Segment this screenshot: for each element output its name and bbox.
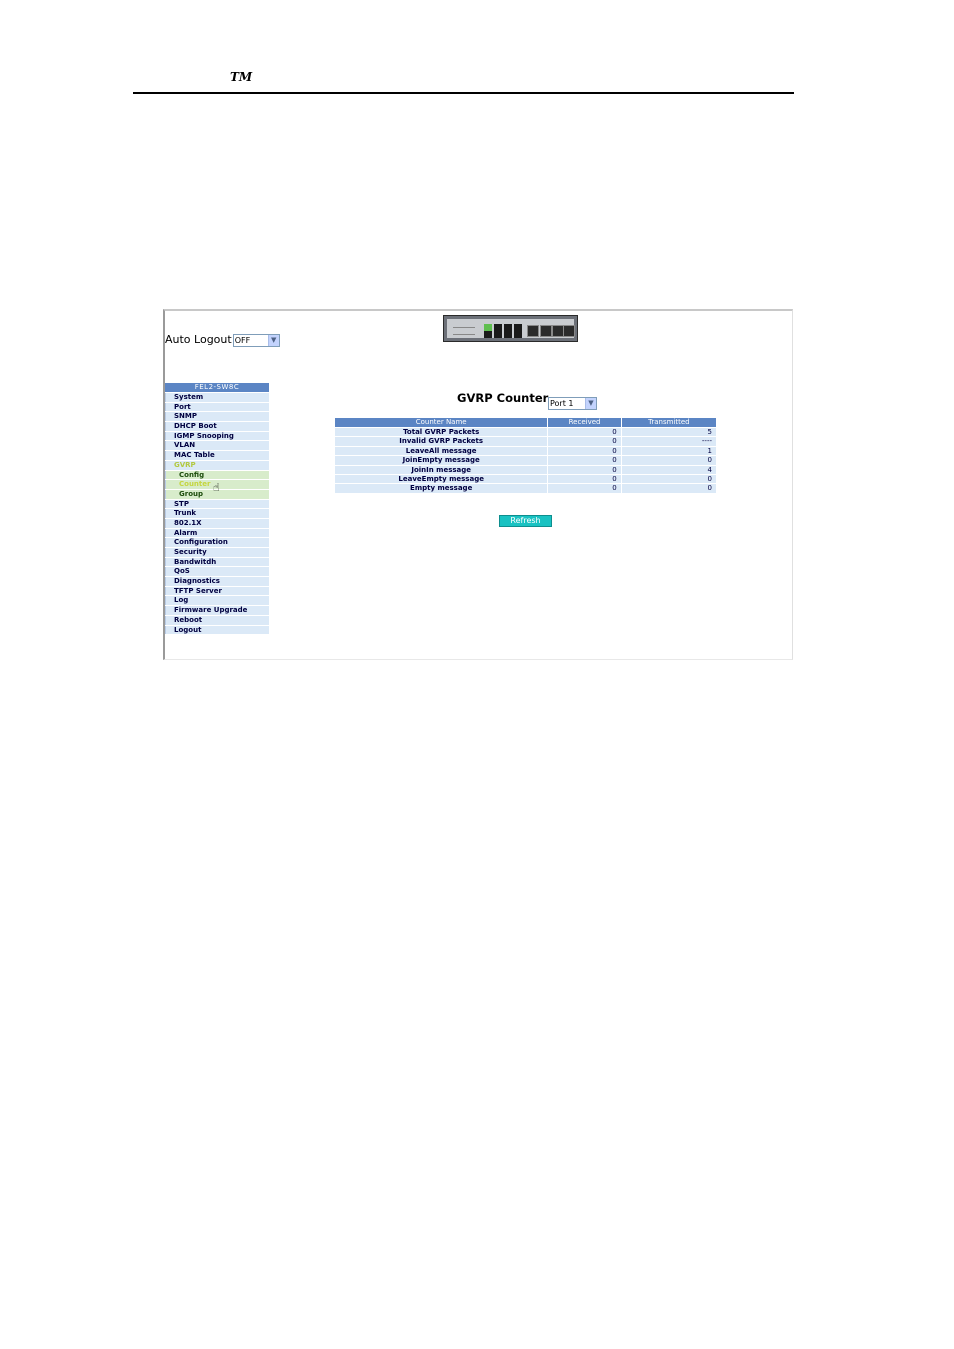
column-header: Received [548, 418, 621, 427]
sidebar-item-snmp[interactable]: SNMP [165, 412, 269, 422]
transmitted-cell: 4 [621, 465, 716, 475]
counter-name-cell: Invalid GVRP Packets [335, 437, 548, 446]
sidebar-item-reboot[interactable]: Reboot [165, 615, 269, 625]
auto-logout: Auto Logout OFF ▼ [165, 333, 280, 347]
transmitted-cell: ---- [621, 437, 716, 446]
sidebar-item-gvrp[interactable]: GVRP [165, 460, 269, 470]
column-header: Transmitted [621, 418, 716, 427]
sidebar-item-stp[interactable]: STP [165, 499, 269, 509]
table-row: LeaveAll message 0 1 [335, 446, 716, 456]
received-cell: 0 [548, 465, 621, 475]
sidebar-item-trunk[interactable]: Trunk [165, 509, 269, 518]
hand-pointer-icon: ☝ [213, 481, 220, 494]
sidebar-item-802-1x[interactable]: 802.1X [165, 518, 269, 528]
sidebar-item-firmware-upgrade[interactable]: Firmware Upgrade [165, 606, 269, 615]
header-rule [133, 92, 794, 94]
switch-front-panel-image [443, 315, 578, 342]
transmitted-cell: 0 [621, 484, 716, 493]
received-cell: 0 [548, 484, 621, 493]
auto-logout-select[interactable]: OFF ▼ [232, 333, 280, 347]
gvrp-counter-table: Counter Name Received Transmitted Total GV… [334, 417, 717, 494]
sidebar-item-diagnostics[interactable]: Diagnostics [165, 577, 269, 586]
refresh-button[interactable]: Refresh [499, 515, 552, 527]
table-row: Invalid GVRP Packets 0 ---- [335, 437, 716, 446]
counter-name-cell: Total GVRP Packets [335, 428, 548, 437]
sidebar-item-dhcp-boot[interactable]: DHCP Boot [165, 422, 269, 431]
received-cell: 0 [548, 437, 621, 446]
trademark-header: TM [230, 70, 253, 84]
counter-name-cell: JoinEmpty message [335, 456, 548, 465]
table-row: LeaveEmpty message 0 0 [335, 475, 716, 484]
received-cell: 0 [548, 428, 621, 437]
counter-name-cell: Empty message [335, 484, 548, 493]
sidebar-item-igmp-snooping[interactable]: IGMP Snooping [165, 431, 269, 441]
transmitted-cell: 0 [621, 456, 716, 465]
sidebar-item-mac-table[interactable]: MAC Table [165, 451, 269, 460]
counter-name-cell: LeaveAll message [335, 446, 548, 456]
sidebar-item-config[interactable]: Config [165, 470, 269, 480]
sidebar-item-alarm[interactable]: Alarm [165, 528, 269, 538]
transmitted-cell: 0 [621, 475, 716, 484]
transmitted-cell: 1 [621, 446, 716, 456]
chevron-down-icon: ▼ [267, 334, 279, 346]
table-row: Total GVRP Packets 0 5 [335, 428, 716, 437]
table-header-row: Counter Name Received Transmitted [335, 418, 716, 427]
sidebar-item-bandwitdh[interactable]: Bandwitdh [165, 557, 269, 567]
sidebar-item-configuration[interactable]: Configuration [165, 538, 269, 547]
table-row: Empty message 0 0 [335, 484, 716, 493]
chevron-down-icon: ▼ [585, 398, 596, 409]
sidebar-item-tftp-server[interactable]: TFTP Server [165, 586, 269, 596]
sidebar-item-security[interactable]: Security [165, 548, 269, 557]
sidebar-item-system[interactable]: System [165, 393, 269, 402]
received-cell: 0 [548, 475, 621, 484]
sidebar-item-logout[interactable]: Logout [165, 625, 269, 635]
received-cell: 0 [548, 446, 621, 456]
sidebar-nav: FEL2-SW8C System Port SNMP DHCP Boot IGMP Sn… [165, 383, 269, 635]
port-select[interactable]: Port 1 ▼ [548, 397, 597, 410]
column-header: Counter Name [335, 418, 548, 427]
received-cell: 0 [548, 456, 621, 465]
sidebar-title: FEL2-SW8C [165, 383, 269, 392]
table-row: JoinIn message 0 4 [335, 465, 716, 475]
auto-logout-label: Auto Logout [165, 333, 232, 346]
table-row: JoinEmpty message 0 0 [335, 456, 716, 465]
sidebar-item-log[interactable]: Log [165, 596, 269, 606]
sidebar-item-qos[interactable]: QoS [165, 567, 269, 577]
counter-name-cell: LeaveEmpty message [335, 475, 548, 484]
page-title: GVRP Counter [457, 391, 549, 405]
transmitted-cell: 5 [621, 428, 716, 437]
sidebar-item-vlan[interactable]: VLAN [165, 441, 269, 451]
counter-name-cell: JoinIn message [335, 465, 548, 475]
sidebar-item-port[interactable]: Port [165, 402, 269, 412]
